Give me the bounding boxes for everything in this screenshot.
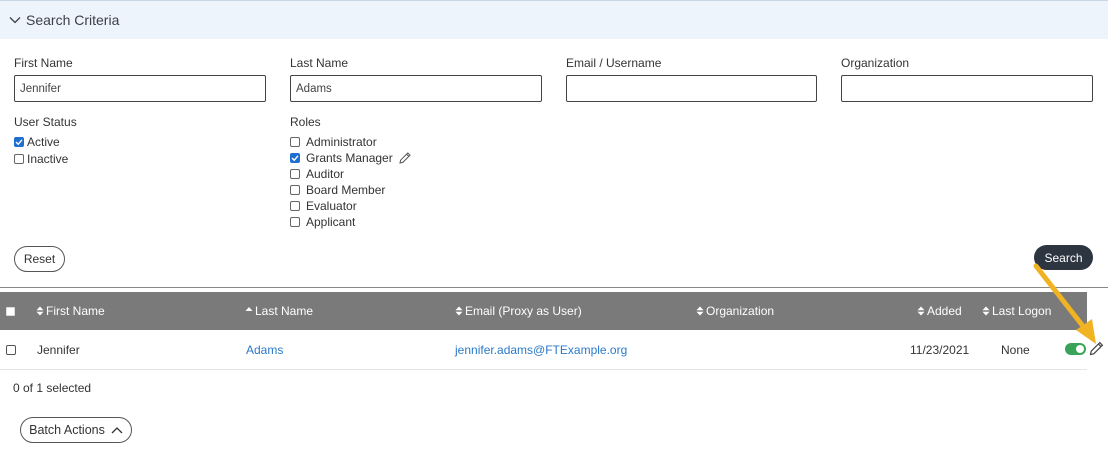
reset-button[interactable]: Reset	[14, 246, 65, 272]
email-input[interactable]	[566, 75, 817, 102]
first-name-input[interactable]	[14, 75, 266, 102]
active-toggle[interactable]	[1065, 343, 1086, 355]
status-option-active[interactable]: Active	[14, 135, 60, 149]
checkmark-icon	[291, 155, 299, 162]
email-label: Email / Username	[566, 56, 662, 70]
role-option-board-member[interactable]: Board Member	[290, 183, 385, 197]
sort-icon	[982, 306, 990, 316]
search-criteria-title: Search Criteria	[26, 12, 120, 28]
column-header-label: Added	[927, 304, 962, 318]
grants-manager-checkbox[interactable]	[290, 153, 300, 163]
organization-label: Organization	[841, 56, 910, 70]
status-option-label: Inactive	[27, 152, 69, 166]
status-option-inactive[interactable]: Inactive	[14, 152, 68, 166]
administrator-checkbox[interactable]	[290, 137, 300, 147]
column-header-label: First Name	[46, 304, 105, 318]
role-option-label: Evaluator	[306, 199, 357, 213]
sort-icon	[917, 306, 925, 316]
role-option-label: Administrator	[306, 135, 377, 149]
column-header-label: Email (Proxy as User)	[465, 304, 582, 318]
organization-input[interactable]	[841, 75, 1093, 102]
toggle-knob	[1076, 345, 1084, 353]
active-checkbox[interactable]	[14, 137, 24, 147]
column-header-last-name[interactable]: Last Name	[245, 292, 313, 330]
roles-label: Roles	[290, 115, 321, 129]
sort-icon	[696, 306, 704, 316]
role-option-grants-manager[interactable]: Grants Manager	[290, 151, 412, 165]
sort-ascending-icon	[245, 307, 253, 311]
checkmark-icon	[15, 139, 23, 146]
last-name-label: Last Name	[290, 56, 349, 70]
inactive-checkbox[interactable]	[14, 154, 24, 164]
role-option-applicant[interactable]: Applicant	[290, 215, 355, 229]
batch-actions-label: Batch Actions	[29, 423, 105, 437]
table-row: Jennifer Adams jennifer.adams@FTExample.…	[0, 331, 1087, 370]
search-criteria-toggle[interactable]: Search Criteria	[0, 0, 1108, 39]
table-header: First Name Last Name Email (Proxy as Use…	[0, 292, 1087, 330]
column-header-label: Last Name	[255, 304, 314, 318]
last-name-input[interactable]	[290, 75, 542, 102]
cell-last-name-link[interactable]: Adams	[246, 331, 283, 369]
column-header-organization[interactable]: Organization	[696, 292, 774, 330]
cell-email-link[interactable]: jennifer.adams@FTExample.org	[455, 331, 627, 369]
role-option-label: Board Member	[306, 183, 386, 197]
edit-pencil-icon[interactable]	[1088, 340, 1105, 357]
role-option-evaluator[interactable]: Evaluator	[290, 199, 357, 213]
select-all-checkbox[interactable]	[6, 307, 15, 316]
batch-actions-button[interactable]: Batch Actions	[20, 417, 132, 443]
row-select-checkbox[interactable]	[6, 345, 16, 355]
column-header-label: Organization	[706, 304, 775, 318]
column-header-first-name[interactable]: First Name	[36, 292, 105, 330]
column-header-email[interactable]: Email (Proxy as User)	[455, 292, 582, 330]
cell-first-name: Jennifer	[37, 343, 80, 357]
first-name-label: First Name	[14, 56, 73, 70]
section-divider	[0, 287, 1108, 288]
role-option-auditor[interactable]: Auditor	[290, 167, 344, 181]
auditor-checkbox[interactable]	[290, 169, 300, 179]
selection-status: 0 of 1 selected	[13, 381, 92, 395]
board-member-checkbox[interactable]	[290, 185, 300, 195]
chevron-down-icon	[9, 17, 21, 24]
evaluator-checkbox[interactable]	[290, 201, 300, 211]
cell-last-logon: None	[1001, 343, 1030, 357]
column-header-last-logon[interactable]: Last Logon	[982, 292, 1051, 330]
search-button[interactable]: Search	[1034, 245, 1093, 270]
sort-icon	[36, 306, 44, 316]
pencil-icon[interactable]	[398, 151, 412, 165]
role-option-administrator[interactable]: Administrator	[290, 135, 377, 149]
chevron-up-icon	[111, 427, 123, 434]
sort-icon	[455, 306, 463, 316]
cell-added: 11/23/2021	[910, 343, 970, 357]
role-option-label: Auditor	[306, 167, 345, 181]
role-option-label: Grants Manager	[306, 151, 393, 165]
column-header-label: Last Logon	[992, 304, 1052, 318]
status-option-label: Active	[27, 135, 60, 149]
user-status-label: User Status	[14, 115, 77, 129]
applicant-checkbox[interactable]	[290, 217, 300, 227]
role-option-label: Applicant	[306, 215, 356, 229]
column-header-added[interactable]: Added	[917, 292, 962, 330]
